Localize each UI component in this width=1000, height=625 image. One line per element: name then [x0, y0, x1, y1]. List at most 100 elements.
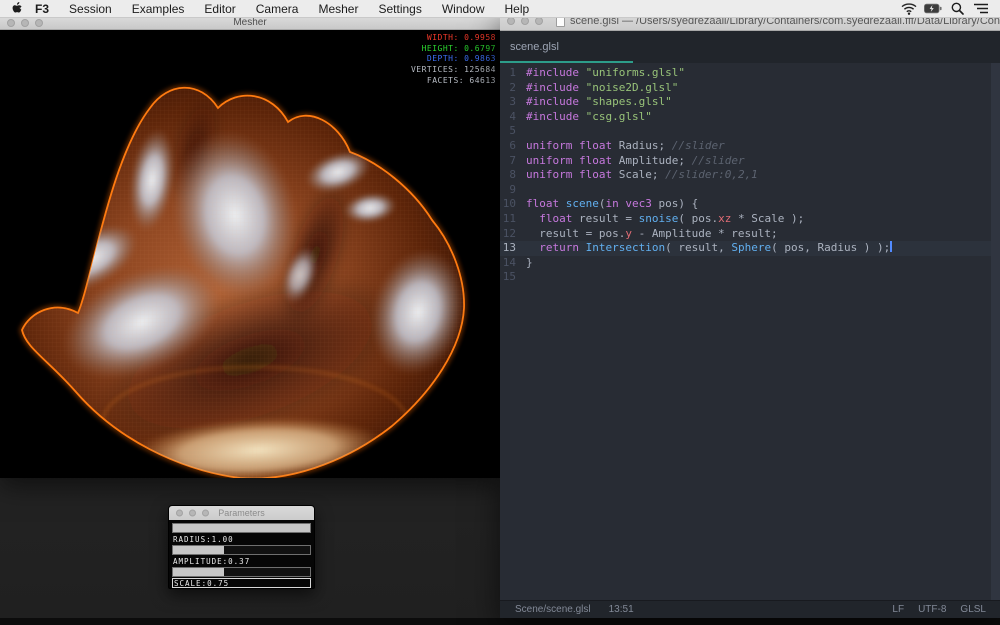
line-content: float result = snoise( pos.xz * Scale ); — [526, 212, 804, 227]
battery-charging-icon[interactable] — [924, 1, 942, 17]
line-number: 15 — [500, 270, 526, 285]
search-icon[interactable] — [948, 1, 966, 17]
code-editor-area[interactable]: 1#include "uniforms.glsl"2#include "nois… — [500, 63, 1000, 600]
code-line-1: 1#include "uniforms.glsl" — [500, 66, 1000, 81]
scale-slider[interactable] — [172, 567, 311, 577]
line-number: 9 — [500, 183, 526, 198]
editor-status-bar: Scene/scene.glsl 13:51 LF UTF-8 GLSL — [500, 600, 1000, 618]
close-button[interactable] — [507, 17, 515, 25]
menu-item-camera[interactable]: Camera — [246, 0, 309, 18]
zoom-button[interactable] — [202, 510, 209, 517]
menu-item-mesher[interactable]: Mesher — [308, 0, 368, 18]
menu-item-window[interactable]: Window — [432, 0, 495, 18]
line-content: uniform float Radius; //slider — [526, 139, 725, 154]
code-line-9: 9 — [500, 183, 1000, 198]
code-line-5: 5 — [500, 124, 1000, 139]
code-line-3: 3#include "shapes.glsl" — [500, 95, 1000, 110]
window-traffic-lights — [176, 510, 209, 517]
minimize-button[interactable] — [21, 19, 29, 27]
code-line-7: 7uniform float Amplitude; //slider — [500, 154, 1000, 169]
code-line-13: 13 return Intersection( result, Sphere( … — [500, 241, 1000, 256]
stat-facets: FACETS: 64613 — [411, 76, 496, 87]
line-content: #include "noise2D.glsl" — [526, 81, 678, 96]
tab-scene-glsl[interactable]: scene.glsl — [500, 31, 633, 63]
code-line-10: 10float scene(in vec3 pos) { — [500, 197, 1000, 212]
menu-item-help[interactable]: Help — [495, 0, 540, 18]
zoom-button[interactable] — [35, 19, 43, 27]
line-content: uniform float Amplitude; //slider — [526, 154, 745, 169]
amplitude-slider[interactable] — [172, 545, 311, 555]
text-cursor — [890, 241, 892, 252]
stat-depth: DEPTH: 0.9863 — [411, 54, 496, 65]
zoom-button[interactable] — [535, 17, 543, 25]
line-number: 2 — [500, 81, 526, 96]
scale-value-label: SCALE:0.75 — [172, 578, 311, 588]
menu-item-settings[interactable]: Settings — [368, 0, 431, 18]
desktop-bottom-edge — [0, 618, 1000, 625]
mesh-stats: WIDTH: 0.9958HEIGHT: 0.6797DEPTH: 0.9863… — [411, 33, 496, 87]
line-number: 6 — [500, 139, 526, 154]
mesher-window: Mesher — [0, 16, 500, 478]
mesh-viewport[interactable]: WIDTH: 0.9958HEIGHT: 0.6797DEPTH: 0.9863… — [0, 30, 500, 478]
menu-item-editor[interactable]: Editor — [194, 0, 245, 18]
line-number: 4 — [500, 110, 526, 125]
parameters-window: Parameters RADIUS:1.00AMPLITUDE:0.37SCAL… — [168, 505, 315, 589]
window-traffic-lights — [7, 19, 43, 27]
code-line-11: 11 float result = snoise( pos.xz * Scale… — [500, 212, 1000, 227]
line-number: 7 — [500, 154, 526, 169]
radius-value-label: RADIUS:1.00 — [172, 534, 311, 544]
window-traffic-lights — [507, 17, 543, 25]
slider-fill — [173, 524, 310, 532]
line-number: 1 — [500, 66, 526, 81]
status-glsl[interactable]: GLSL — [960, 604, 986, 615]
tab-label: scene.glsl — [510, 41, 559, 53]
code-line-8: 8uniform float Scale; //slider:0,2,1 — [500, 168, 1000, 183]
line-content: #include "shapes.glsl" — [526, 95, 672, 110]
line-content: } — [526, 256, 533, 271]
code-line-2: 2#include "noise2D.glsl" — [500, 81, 1000, 96]
stat-vertices: VERTICES: 125684 — [411, 65, 496, 76]
status-file-path: Scene/scene.glsl — [515, 604, 591, 615]
line-number: 13 — [500, 241, 526, 256]
line-number: 5 — [500, 124, 526, 139]
mesh-render — [0, 30, 500, 478]
close-button[interactable] — [176, 510, 183, 517]
editor-scrollbar[interactable] — [991, 63, 1000, 600]
wifi-icon[interactable] — [900, 1, 918, 17]
line-content: result = pos.y - Amplitude * result; — [526, 227, 778, 242]
status-cursor-position: 13:51 — [609, 604, 634, 615]
close-button[interactable] — [7, 19, 15, 27]
editor-window: scene.glsl — /Users/syedrezaali/Library/… — [500, 12, 1000, 618]
status-lf[interactable]: LF — [892, 604, 904, 615]
line-content: #include "csg.glsl" — [526, 110, 652, 125]
line-number: 10 — [500, 197, 526, 212]
stat-width: WIDTH: 0.9958 — [411, 33, 496, 44]
slider-fill — [173, 568, 224, 576]
line-content: return Intersection( result, Sphere( pos… — [526, 241, 892, 256]
parameters-titlebar[interactable]: Parameters — [169, 506, 314, 520]
apple-menu-icon[interactable] — [12, 2, 23, 15]
minimize-button[interactable] — [521, 17, 529, 25]
code-line-15: 15 — [500, 270, 1000, 285]
menu-item-session[interactable]: Session — [59, 0, 122, 18]
menu-bar: F3 SessionExamplesEditorCameraMesherSett… — [0, 0, 1000, 18]
code-line-12: 12 result = pos.y - Amplitude * result; — [500, 227, 1000, 242]
menu-app-name[interactable]: F3 — [25, 0, 59, 18]
radius-slider[interactable] — [172, 523, 311, 533]
line-content: float scene(in vec3 pos) { — [526, 197, 698, 212]
menu-item-examples[interactable]: Examples — [122, 0, 195, 18]
mesher-window-title: Mesher — [233, 17, 266, 28]
code-line-14: 14} — [500, 256, 1000, 271]
stat-height: HEIGHT: 0.6797 — [411, 44, 496, 55]
menu-list-icon[interactable] — [972, 1, 990, 17]
line-number: 3 — [500, 95, 526, 110]
slider-fill — [173, 546, 224, 554]
line-number: 11 — [500, 212, 526, 227]
line-content: #include "uniforms.glsl" — [526, 66, 685, 81]
mesher-titlebar[interactable]: Mesher — [0, 16, 500, 30]
line-number: 12 — [500, 227, 526, 242]
parameters-window-title: Parameters — [218, 508, 265, 518]
status-utf8[interactable]: UTF-8 — [918, 604, 946, 615]
minimize-button[interactable] — [189, 510, 196, 517]
line-number: 14 — [500, 256, 526, 271]
